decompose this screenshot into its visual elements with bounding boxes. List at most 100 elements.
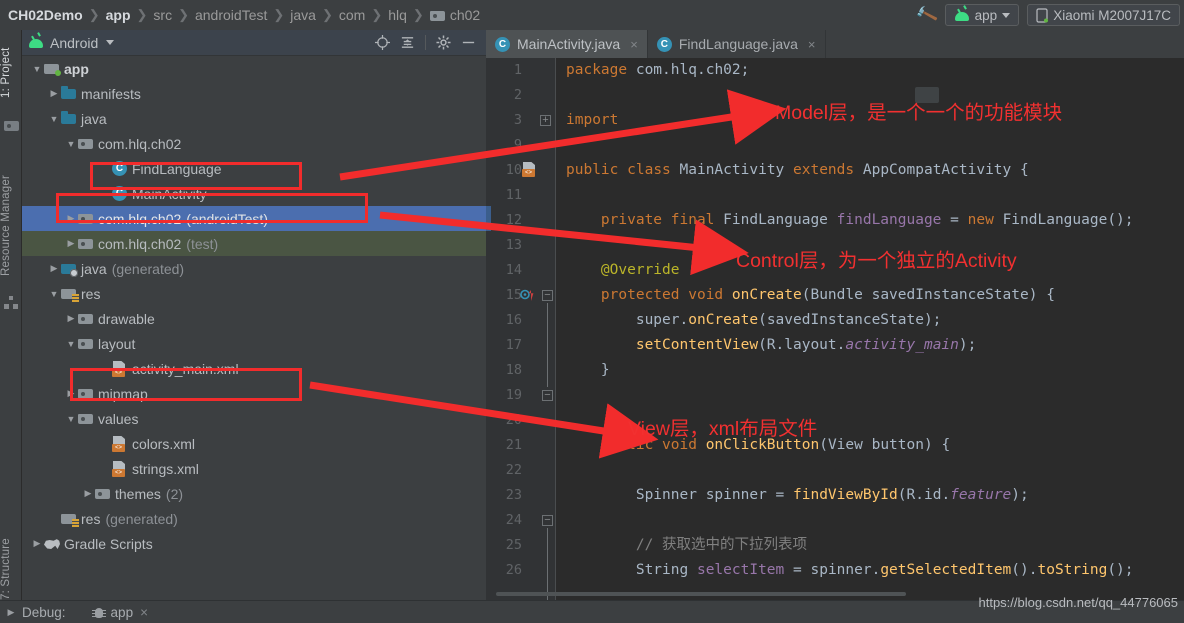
chevron-right-icon[interactable]: ▶	[64, 213, 78, 224]
code-line[interactable]: 11	[486, 183, 1184, 208]
sidebar-item-resource-manager[interactable]: Resource Manager	[0, 160, 22, 290]
tree-row-label: manifests	[81, 85, 141, 102]
code-line[interactable]: 10 public class MainActivity extends AppC…	[486, 158, 1184, 183]
fold-marker-import[interactable]: +	[540, 115, 551, 126]
breadcrumb-separator: ❯	[178, 7, 189, 22]
chevron-right-icon[interactable]: ▶	[47, 88, 61, 99]
tab-mainactivity-java[interactable]: MainActivity.java ×	[486, 30, 648, 58]
close-icon[interactable]: ×	[140, 605, 148, 620]
breadcrumb-item-com[interactable]: com	[339, 7, 365, 23]
chevron-right-icon[interactable]: ▶	[30, 538, 44, 549]
fold-marker-oncreate-close[interactable]: −	[542, 390, 553, 401]
breadcrumb-item-java[interactable]: java	[290, 7, 316, 23]
tree-row[interactable]: ▼ app	[22, 56, 486, 81]
tree-row[interactable]: ▶ themes (2)	[22, 481, 486, 506]
chevron-down-icon[interactable]: ▼	[64, 139, 78, 149]
chevron-down-icon[interactable]: ▼	[47, 114, 61, 124]
tree-row[interactable]: ▶ mipmap	[22, 381, 486, 406]
breadcrumb-item-project[interactable]: CH02Demo	[8, 7, 83, 23]
tree-row[interactable]: colors.xml	[22, 431, 486, 456]
tree-row[interactable]: ▼ com.hlq.ch02	[22, 131, 486, 156]
target-icon[interactable]	[375, 35, 390, 50]
fold-marker-oncreate-open[interactable]: −	[542, 290, 553, 301]
sidebar-item-project[interactable]: 1: Project	[0, 34, 22, 112]
hammer-icon[interactable]: 🔨	[914, 2, 940, 28]
breadcrumb-item-app[interactable]: app	[106, 7, 131, 23]
line-number: 14	[505, 262, 522, 278]
chevron-down-icon[interactable]	[106, 40, 115, 45]
code-line[interactable]: 17 setContentView(R.layout.activity_main…	[486, 333, 1184, 358]
close-icon[interactable]: ×	[808, 37, 816, 52]
tree-row[interactable]: ▶ com.hlq.ch02 (test)	[22, 231, 486, 256]
line-number: 22	[505, 462, 522, 478]
code-line[interactable]: 21 public void onClickButton(View button…	[486, 433, 1184, 458]
code-line[interactable]: 19	[486, 383, 1184, 408]
chevron-right-icon[interactable]: ▶	[64, 388, 78, 399]
tree-row[interactable]: res (generated)	[22, 506, 486, 531]
tree-row[interactable]: FindLanguage	[22, 156, 486, 181]
breadcrumb-item-hlq[interactable]: hlq	[388, 7, 407, 23]
override-method-icon[interactable]	[520, 288, 534, 302]
tree-row[interactable]: ▼ res	[22, 281, 486, 306]
chevron-down-icon[interactable]: ▼	[47, 289, 61, 299]
folder-blue-icon	[61, 111, 77, 126]
breadcrumb-item-src[interactable]: src	[153, 7, 172, 23]
code-content[interactable]: 1 package com.hlq.ch02; 2 3 import 9 10 public …	[486, 58, 1184, 600]
project-view-selector-label[interactable]: Android	[50, 35, 98, 51]
code-line[interactable]: 9	[486, 133, 1184, 158]
tree-row[interactable]: ▶ drawable	[22, 306, 486, 331]
code-line[interactable]: 22	[486, 458, 1184, 483]
code-line[interactable]: 16 super.onCreate(savedInstanceState);	[486, 308, 1184, 333]
tree-row[interactable]: ▶ java (generated)	[22, 256, 486, 281]
chevron-right-icon[interactable]: ▶	[47, 263, 61, 274]
tree-row[interactable]: activity_main.xml	[22, 356, 486, 381]
breadcrumb-separator: ❯	[273, 7, 285, 22]
xml-gutter-icon	[522, 162, 536, 177]
run-configuration-selector[interactable]: app	[944, 4, 1020, 26]
close-icon[interactable]: ×	[630, 37, 638, 52]
chevron-down-icon[interactable]: ▼	[30, 64, 44, 74]
breadcrumb-item-androidtest[interactable]: androidTest	[195, 7, 267, 23]
tree-row[interactable]: ▶ manifests	[22, 81, 486, 106]
code-line[interactable]: 25 // 获取选中的下拉列表项	[486, 533, 1184, 558]
breadcrumb-item-ch02[interactable]: ch02	[450, 7, 480, 23]
horizontal-scrollbar[interactable]	[486, 590, 926, 596]
caret-line-marker	[486, 206, 491, 231]
tree-row[interactable]: ▼ layout	[22, 331, 486, 356]
tree-row[interactable]: ▼ java	[22, 106, 486, 131]
collapse-all-icon[interactable]	[400, 35, 415, 50]
breadcrumb-separator: ❯	[88, 7, 100, 22]
gear-icon[interactable]	[436, 35, 451, 50]
tree-row[interactable]: ▶ com.hlq.ch02 (androidTest)	[22, 206, 486, 231]
device-selector[interactable]: Xiaomi M2007J17C	[1027, 4, 1180, 26]
code-line[interactable]: 23 Spinner spinner = findViewById(R.id.f…	[486, 483, 1184, 508]
code-editor[interactable]: 1 package com.hlq.ch02; 2 3 import 9 10 public …	[486, 58, 1184, 600]
chevron-down-icon[interactable]: ▼	[64, 339, 78, 349]
debug-label[interactable]: Debug:	[22, 605, 66, 620]
tree-row[interactable]: MainActivity	[22, 181, 486, 206]
line-number: 11	[505, 187, 522, 203]
minimize-icon[interactable]	[461, 35, 476, 50]
fold-marker-onclickbutton[interactable]: −	[542, 515, 553, 526]
project-tree[interactable]: ▼app ▶ manifests ▼java▼com.hlq.ch02FindLang…	[22, 56, 486, 600]
code-line[interactable]: 26 String selectItem = spinner.getSelect…	[486, 558, 1184, 583]
code-text: String selectItem = spinner.getSelectedI…	[635, 562, 1134, 578]
code-line[interactable]: 15 protected void onCreate(Bundle savedI…	[486, 283, 1184, 308]
code-line[interactable]: 24	[486, 508, 1184, 533]
folder-icon	[95, 486, 111, 501]
code-line[interactable]: 18 }	[486, 358, 1184, 383]
expand-arrow-icon[interactable]: ▶	[0, 607, 22, 618]
tree-row[interactable]: ▶ Gradle Scripts	[22, 531, 486, 556]
code-line[interactable]: 20	[486, 408, 1184, 433]
code-line[interactable]: 12 private final FindLanguage findLangua…	[486, 208, 1184, 233]
tab-findlanguage-java[interactable]: FindLanguage.java ×	[648, 30, 826, 58]
chevron-down-icon[interactable]: ▼	[64, 414, 78, 424]
line-number: 17	[505, 337, 522, 353]
tree-row[interactable]: ▼ values	[22, 406, 486, 431]
chevron-right-icon[interactable]: ▶	[64, 238, 78, 249]
chevron-right-icon[interactable]: ▶	[64, 313, 78, 324]
chevron-right-icon[interactable]: ▶	[81, 488, 95, 499]
debug-session-app[interactable]: app	[111, 605, 134, 620]
tree-row[interactable]: strings.xml	[22, 456, 486, 481]
code-line[interactable]: 1 package com.hlq.ch02;	[486, 58, 1184, 83]
